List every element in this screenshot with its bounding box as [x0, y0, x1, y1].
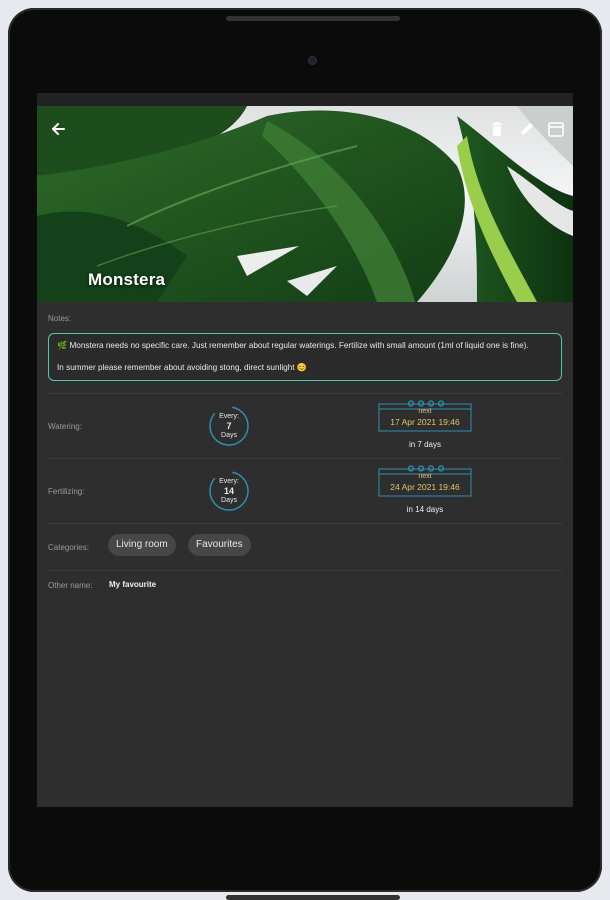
- calendar-icon: [548, 122, 564, 137]
- plant-details: Notes: 🌿 Monstera needs no specific care…: [37, 314, 573, 601]
- pencil-icon: [521, 123, 533, 135]
- fertilizing-row: Fertilizing: Every: 14 Days next 24 Apr …: [48, 459, 562, 523]
- watering-row: Watering: Every: 7 Days next 17 Apr 2021…: [48, 394, 562, 458]
- next-date: 17 Apr 2021 19:46: [390, 417, 460, 427]
- trash-icon: [492, 122, 502, 136]
- fertilizing-interval[interactable]: Every: 14 Days: [208, 470, 250, 512]
- notes-box: 🌿 Monstera needs no specific care. Just …: [48, 333, 562, 381]
- status-bar: [37, 93, 573, 106]
- edit-button[interactable]: [516, 118, 538, 140]
- fertilizing-label: Fertilizing:: [48, 487, 85, 496]
- plant-name: Monstera: [88, 270, 166, 289]
- every-unit: Days: [221, 497, 237, 504]
- watering-label: Watering:: [48, 422, 82, 431]
- notes-paragraph: In summer please remember about avoiding…: [57, 363, 308, 372]
- notes-paragraph: 🌿 Monstera needs no specific care. Just …: [57, 341, 529, 350]
- tablet-top-edge: [226, 16, 400, 21]
- every-label: Every:: [219, 478, 239, 485]
- front-camera: [308, 56, 317, 65]
- delete-button[interactable]: [486, 118, 508, 140]
- other-name-value: My favourite: [109, 580, 157, 589]
- watering-next-date[interactable]: next 17 Apr 2021 19:46: [378, 400, 472, 432]
- arrow-left-icon: [52, 123, 65, 135]
- category-chip[interactable]: Living room: [108, 534, 176, 556]
- calendar-button[interactable]: [545, 118, 567, 140]
- watering-interval[interactable]: Every: 7 Days: [208, 405, 250, 447]
- next-date: 24 Apr 2021 19:46: [390, 482, 460, 492]
- calendar-card-icon: [378, 465, 472, 497]
- tablet-bottom-edge: [226, 895, 400, 900]
- calendar-card-icon: [378, 400, 472, 432]
- category-chip[interactable]: Favourites: [188, 534, 251, 556]
- watering-in-days: in 7 days: [408, 440, 442, 449]
- categories-row: Categories: Living room Favourites: [48, 524, 562, 570]
- every-value: 14: [223, 486, 234, 496]
- plant-header-image: Monstera: [37, 106, 573, 302]
- back-button[interactable]: [47, 118, 69, 140]
- every-value: 7: [226, 421, 232, 431]
- categories-label: Categories:: [48, 543, 89, 552]
- every-unit: Days: [221, 432, 237, 439]
- other-name-label: Other name:: [48, 581, 93, 590]
- fertilizing-next-date[interactable]: next 24 Apr 2021 19:46: [378, 465, 472, 497]
- other-name-row: Other name: My favourite: [48, 571, 562, 601]
- notes-label: Notes:: [48, 314, 72, 323]
- fertilizing-in-days: in 14 days: [406, 505, 444, 514]
- next-label: next: [418, 473, 432, 480]
- every-label: Every:: [219, 413, 239, 420]
- next-label: next: [418, 408, 432, 415]
- app-screen: Monstera Notes: 🌿 Monstera needs no spec…: [37, 93, 573, 807]
